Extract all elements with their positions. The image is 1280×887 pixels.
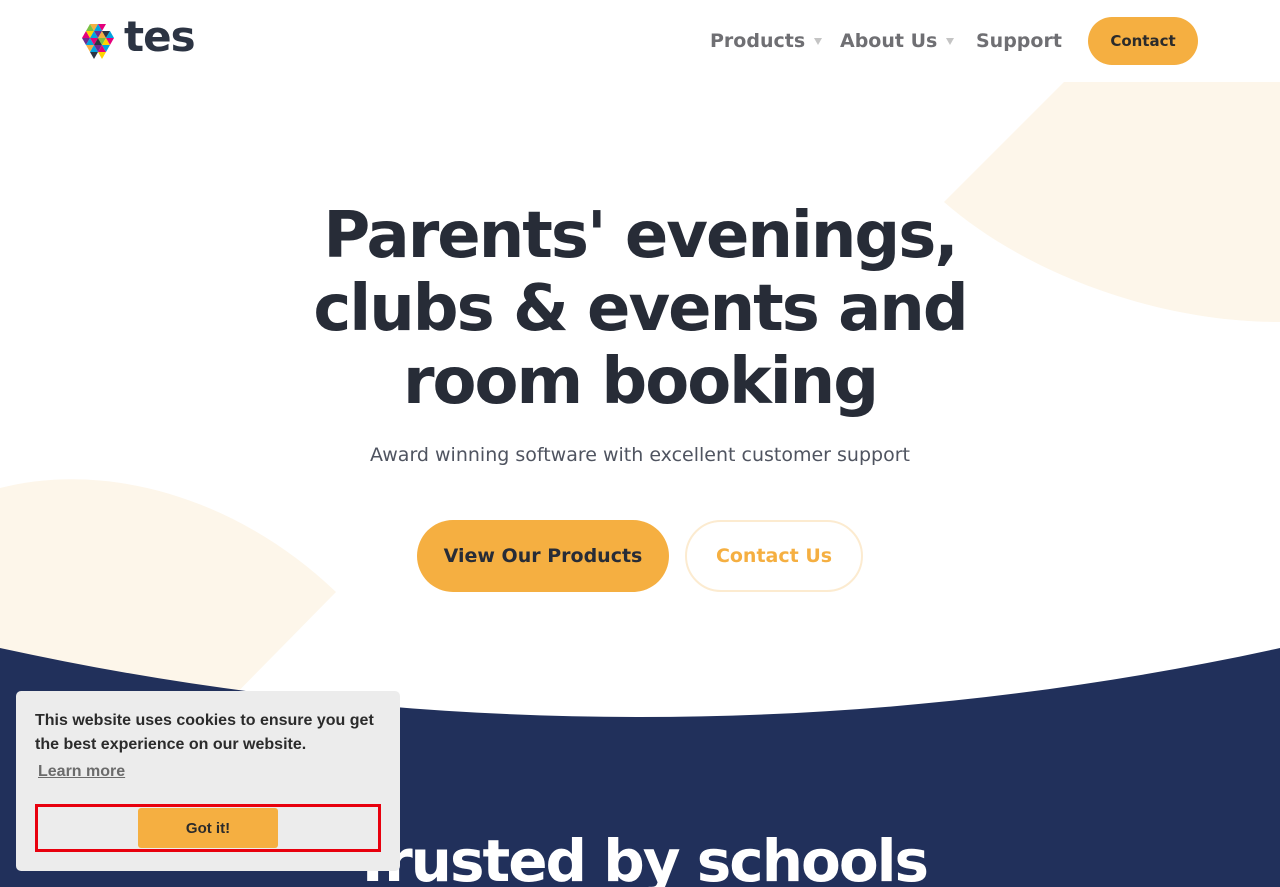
cookie-banner: This website uses cookies to ensure you …	[16, 691, 400, 871]
nav-products[interactable]: Products	[710, 28, 823, 54]
hero-title-line-2: clubs & events and	[313, 272, 968, 346]
nav-about-us[interactable]: About Us	[840, 28, 955, 54]
nav-support[interactable]: Support	[976, 28, 1062, 54]
got-it-button[interactable]: Got it!	[138, 808, 278, 848]
main-nav: Products About Us Support Contact	[0, 0, 1280, 82]
hero-title: Parents' evenings, clubs & events and ro…	[240, 200, 1040, 419]
nav-about-us-label: About Us	[840, 30, 938, 52]
learn-more-link[interactable]: Learn more	[38, 763, 125, 781]
hero-title-line-3: room booking	[402, 345, 879, 419]
nav-support-label: Support	[976, 30, 1062, 52]
hero-title-line-1: Parents' evenings,	[323, 199, 958, 273]
caret-down-icon	[814, 37, 823, 45]
cookie-message: This website uses cookies to ensure you …	[35, 712, 374, 753]
nav-products-label: Products	[710, 30, 806, 52]
contact-us-button[interactable]: Contact Us	[685, 520, 863, 592]
hero-subtitle: Award winning software with excellent cu…	[370, 444, 910, 466]
caret-down-icon	[946, 37, 955, 45]
site-header: tes Products About Us Support Contact	[0, 0, 1280, 82]
nav-contact-button[interactable]: Contact	[1088, 17, 1198, 65]
view-products-button[interactable]: View Our Products	[417, 520, 669, 592]
